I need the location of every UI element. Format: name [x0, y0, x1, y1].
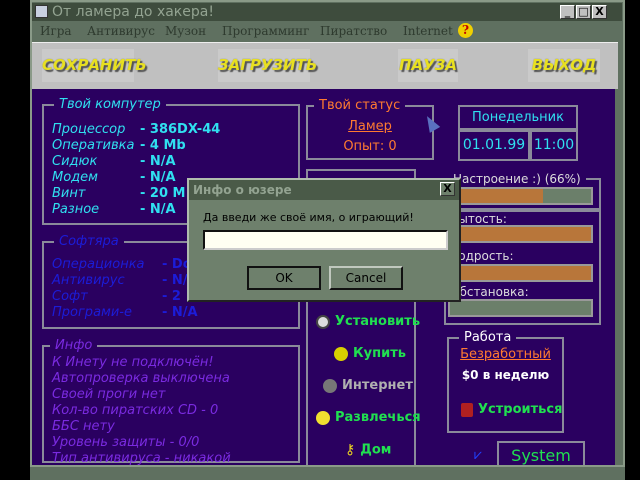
- menu-game[interactable]: Игра: [40, 21, 72, 41]
- dialog-prompt: Да введи же своё имя, о играющий!: [203, 211, 414, 224]
- menu-music[interactable]: Музон: [165, 21, 206, 41]
- modem-label: Модем: [52, 170, 98, 185]
- dialog-title-bar: Инфо о юзере X: [189, 180, 459, 200]
- window-title: От ламера до хакера!: [52, 4, 214, 20]
- buy-button[interactable]: Купить: [334, 345, 406, 363]
- programming-value: - N/A: [162, 305, 198, 320]
- experience: Опыт: 0: [343, 139, 397, 154]
- misc-label: Разное: [52, 202, 100, 217]
- work-title: Работа: [459, 330, 517, 346]
- environment-bar: [448, 299, 593, 317]
- misc-value: - N/A: [140, 202, 176, 217]
- internet-button[interactable]: Интернет: [323, 377, 413, 395]
- minimize-button[interactable]: _: [560, 5, 575, 19]
- disc-icon: [316, 314, 330, 329]
- mood-bar: [448, 187, 593, 205]
- info-line: Автопроверка выключена: [52, 371, 230, 386]
- menu-piracy[interactable]: Пиратство: [320, 21, 387, 41]
- mood-label: Настроение :) (66%): [448, 171, 586, 187]
- status-strip: [30, 465, 625, 480]
- work-group: Работа Безработный $0 в неделю Устроитьс…: [447, 330, 564, 433]
- menu-antivirus[interactable]: Антивирус: [87, 21, 155, 41]
- dialog-title: Инфо о юзере: [193, 183, 292, 197]
- load-button[interactable]: ЗАГРУЗИТЬ: [218, 49, 317, 82]
- help-icon[interactable]: ?: [458, 23, 473, 38]
- menu-bar: Игра Антивирус Музон Программинг Пиратст…: [32, 21, 622, 41]
- antivirus-label: Антивирус: [52, 273, 125, 288]
- info-line: ББС нету: [52, 419, 115, 434]
- hdd-label: Винт: [52, 186, 86, 201]
- install-label: Установить: [335, 314, 421, 329]
- exit-button[interactable]: ВЫХОД: [528, 49, 600, 82]
- date: 01.01.99: [458, 130, 530, 161]
- user-info-dialog: Инфо о юзере X Да введи же своё имя, о и…: [187, 178, 461, 302]
- status-group: Твой статус Ламер Опыт: 0: [306, 98, 434, 160]
- job-link[interactable]: Безработный: [449, 347, 562, 363]
- smiley-icon: [316, 410, 330, 425]
- entertain-button[interactable]: Развлечься: [316, 409, 421, 427]
- ram-label: Оперативка: [52, 138, 135, 153]
- software-title: Софтяра: [54, 234, 124, 250]
- satiety-bar-fill: [450, 227, 591, 241]
- ram-value: - 4 Mb: [140, 138, 186, 153]
- key-icon: ⚷: [345, 442, 356, 458]
- info-line: Своей проги нет: [52, 387, 166, 402]
- satiety-bar: [448, 225, 593, 243]
- info-title: Инфо: [50, 338, 98, 354]
- maximize-button[interactable]: □: [576, 5, 591, 19]
- os-label: Операционка: [52, 257, 145, 272]
- hdd-value: - 20 M: [140, 186, 186, 201]
- info-line: К Инету не подключён!: [52, 355, 214, 370]
- cdrom-value: - N/A: [140, 154, 176, 169]
- pause-button[interactable]: ПАУЗА: [398, 49, 458, 82]
- mood-bar-fill: [450, 189, 544, 203]
- apply-job-button[interactable]: Устроиться: [461, 401, 562, 419]
- app-icon: [35, 5, 48, 18]
- cdrom-label: Сидюк: [52, 154, 98, 169]
- soft-value: - 2: [162, 289, 181, 304]
- info-line: Уровень защиты - 0/0: [52, 435, 200, 450]
- title-bar: От ламера до хакера! _ □ X: [32, 3, 622, 21]
- toolbar: СОХРАНИТЬ ЗАГРУЗИТЬ ПАУЗА ВЫХОД: [32, 42, 618, 89]
- computer-title: Твой компутер: [54, 97, 166, 113]
- buy-label: Купить: [353, 346, 406, 361]
- apply-job-label: Устроиться: [478, 402, 563, 417]
- home-label: Дом: [360, 442, 392, 458]
- ok-button[interactable]: OK: [247, 266, 321, 290]
- vigor-bar: [448, 264, 593, 282]
- internet-label: Интернет: [342, 378, 413, 393]
- cpu-label: Процессор: [52, 122, 126, 137]
- tools-icon: [461, 402, 473, 417]
- weekday: Понедельник: [458, 105, 578, 130]
- globe-icon: [323, 378, 337, 393]
- vigor-bar-fill: [450, 266, 591, 280]
- cpu-value: - 386DX-44: [140, 122, 221, 137]
- home-button[interactable]: ⚷ Дом: [345, 441, 391, 460]
- menu-internet[interactable]: Internet: [403, 21, 453, 41]
- dialog-close-button[interactable]: X: [440, 182, 455, 196]
- rank-link[interactable]: Ламер: [308, 119, 432, 135]
- environment-label: Обстановка:: [450, 285, 529, 299]
- info-line: Кол-во пиратских CD - 0: [52, 403, 219, 418]
- programming-label: Програми-е: [52, 305, 132, 320]
- entertain-label: Развлечься: [335, 410, 421, 425]
- close-button[interactable]: X: [592, 5, 607, 19]
- time: 11:00: [530, 130, 578, 161]
- coin-icon: [334, 346, 348, 361]
- salary: $0 в неделю: [461, 368, 550, 382]
- modem-value: - N/A: [140, 170, 176, 185]
- install-button[interactable]: Установить: [316, 313, 420, 331]
- info-group: Инфо К Инету не подключён! Автопроверка …: [42, 338, 300, 466]
- name-input[interactable]: [203, 230, 448, 250]
- compass-icon: ⩗: [474, 447, 482, 463]
- cancel-button[interactable]: Cancel: [329, 266, 403, 290]
- soft-label: Софт: [52, 289, 88, 304]
- menu-programming[interactable]: Программинг: [222, 21, 309, 41]
- save-button[interactable]: СОХРАНИТЬ: [42, 49, 147, 82]
- status-title: Твой статус: [314, 98, 406, 114]
